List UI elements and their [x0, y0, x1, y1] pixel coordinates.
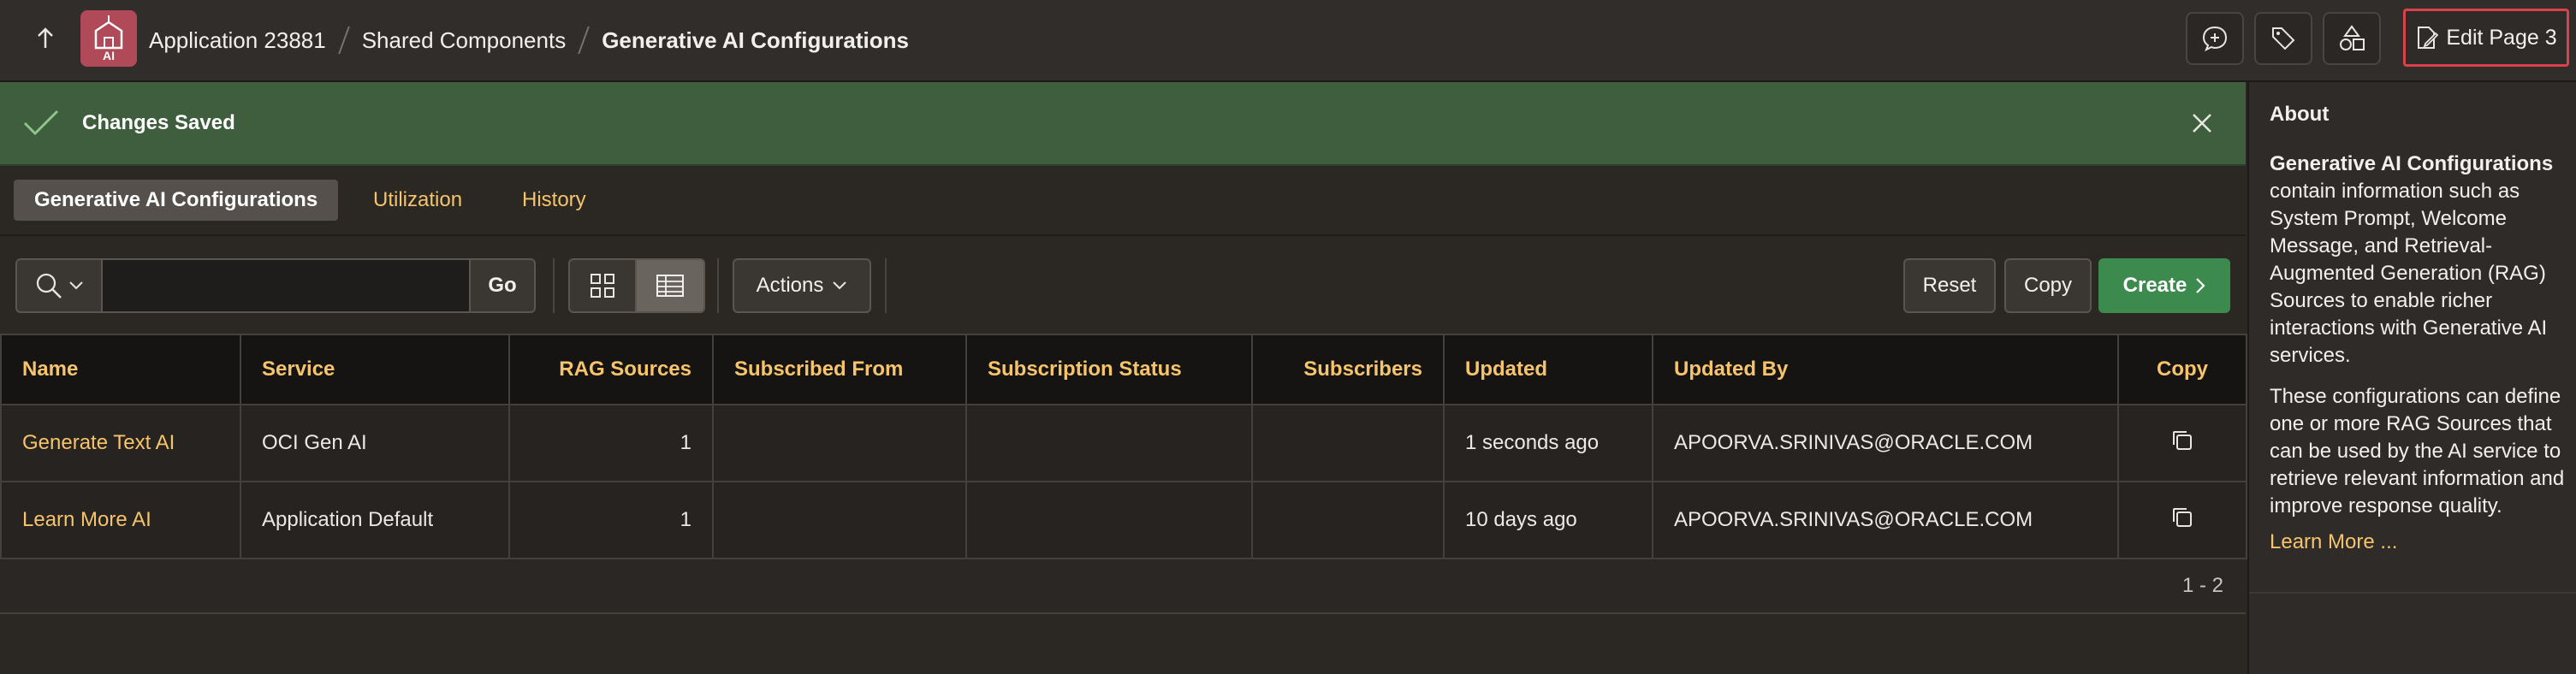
breadcrumb-separator: [337, 27, 350, 54]
cell-name-link[interactable]: Learn More AI: [0, 481, 241, 559]
success-banner: Changes Saved: [0, 82, 2246, 166]
create-label: Create: [2122, 274, 2187, 297]
cell-updated: 10 days ago: [1443, 481, 1653, 559]
report-toolbar: Go Actions Reset Copy Create: [0, 236, 2246, 332]
about-panel: About Generative AI Configurations conta…: [2247, 82, 2576, 674]
app-icon[interactable]: AI: [80, 10, 137, 67]
top-header: AI Application 23881 Shared Components G…: [0, 0, 2576, 82]
breadcrumb-shared-components[interactable]: Shared Components: [362, 27, 566, 54]
about-rag-description: These configurations can define one or m…: [2270, 385, 2565, 517]
cell-subscribed-from: [712, 481, 967, 559]
about-divider: [2249, 592, 2576, 594]
column-header-copy[interactable]: Copy: [2117, 334, 2247, 405]
column-header-service[interactable]: Service: [240, 334, 510, 405]
chevron-right-icon: [2196, 278, 2205, 293]
about-description-text: contain information such as System Promp…: [2270, 180, 2548, 367]
copy-button[interactable]: Copy: [2004, 258, 2092, 313]
grid-icon: [591, 274, 614, 298]
view-toggle: [568, 258, 705, 313]
arrow-up-icon: [38, 27, 53, 48]
column-header-updated-by[interactable]: Updated By: [1652, 334, 2119, 405]
search-group: Go: [15, 258, 536, 313]
copy-icon[interactable]: [2169, 428, 2195, 453]
cell-subscribers: [1251, 404, 1445, 482]
search-icon: [36, 273, 62, 299]
column-header-subscription-status[interactable]: Subscription Status: [965, 334, 1253, 405]
edit-document-icon: [2418, 27, 2439, 49]
tab-history[interactable]: History: [502, 180, 607, 221]
success-message: Changes Saved: [82, 111, 235, 134]
toolbar-divider: [717, 258, 719, 313]
toolbar-divider: [553, 258, 555, 313]
table-row: Generate Text AI OCI Gen AI 1 1 seconds …: [0, 404, 2247, 482]
cell-subscription-status: [965, 404, 1253, 482]
breadcrumb-application[interactable]: Application 23881: [149, 27, 326, 54]
cell-updated: 1 seconds ago: [1443, 404, 1653, 482]
breadcrumb-separator: [578, 27, 591, 54]
report-view-button[interactable]: [637, 258, 705, 313]
cell-rag-sources: 1: [508, 404, 714, 482]
tab-utilization[interactable]: Utilization: [353, 180, 483, 221]
cell-subscribed-from: [712, 404, 967, 482]
column-header-name[interactable]: Name: [0, 334, 241, 405]
toolbar-divider: [885, 258, 887, 313]
edit-page-button[interactable]: Edit Page 3: [2403, 9, 2569, 67]
cell-service: Application Default: [240, 481, 510, 559]
configurations-table: Name Service RAG Sources Subscribed From…: [0, 334, 2247, 559]
table-header-row: Name Service RAG Sources Subscribed From…: [0, 334, 2247, 405]
about-description-term: Generative AI Configurations: [2270, 152, 2554, 175]
copy-icon[interactable]: [2169, 505, 2195, 530]
tab-bar: Generative AI Configurations Utilization…: [0, 166, 2246, 236]
cell-updated-by: APOORVA.SRINIVAS@ORACLE.COM: [1652, 404, 2119, 482]
chevron-down-icon: [69, 281, 83, 290]
actions-menu-button[interactable]: Actions: [733, 258, 871, 313]
column-header-subscribed-from[interactable]: Subscribed From: [712, 334, 967, 405]
learn-more-link[interactable]: Learn More ...: [2270, 530, 2397, 554]
reset-button[interactable]: Reset: [1903, 258, 1996, 313]
chat-bubble-plus-icon: [2202, 26, 2228, 52]
navigate-up-button[interactable]: [26, 19, 65, 58]
table-icon: [656, 275, 684, 297]
cell-subscription-status: [965, 481, 1253, 559]
shapes-icon: [2340, 25, 2365, 50]
search-input[interactable]: [101, 258, 471, 313]
cell-rag-sources: 1: [508, 481, 714, 559]
cell-name-link[interactable]: Generate Text AI: [0, 404, 241, 482]
shared-components-button[interactable]: [2323, 12, 2381, 65]
table-footer: 1 - 2: [0, 559, 2246, 614]
cell-subscribers: [1251, 481, 1445, 559]
app-icon-label: AI: [103, 49, 115, 62]
close-icon[interactable]: [2187, 108, 2217, 139]
about-description: Generative AI Configurations contain inf…: [2270, 151, 2567, 370]
actions-label: Actions: [756, 274, 824, 297]
icon-view-button[interactable]: [568, 258, 637, 313]
chevron-down-icon: [833, 281, 847, 290]
column-header-updated[interactable]: Updated: [1443, 334, 1653, 405]
create-button[interactable]: Create: [2098, 258, 2230, 313]
tag-icon: [2272, 27, 2295, 50]
about-title: About: [2270, 103, 2330, 126]
checkmark-icon: [23, 109, 59, 136]
search-column-select[interactable]: [15, 258, 101, 313]
edit-page-label: Edit Page 3: [2446, 25, 2557, 50]
go-button[interactable]: Go: [471, 258, 536, 313]
cell-service: OCI Gen AI: [240, 404, 510, 482]
column-header-subscribers[interactable]: Subscribers: [1251, 334, 1445, 405]
cell-copy[interactable]: [2117, 404, 2247, 482]
cell-updated-by: APOORVA.SRINIVAS@ORACLE.COM: [1652, 481, 2119, 559]
cell-copy[interactable]: [2117, 481, 2247, 559]
breadcrumb: Application 23881 Shared Components Gene…: [149, 0, 909, 80]
table-row: Learn More AI Application Default 1 10 d…: [0, 481, 2247, 559]
breadcrumb-current: Generative AI Configurations: [602, 27, 909, 53]
column-header-rag-sources[interactable]: RAG Sources: [508, 334, 714, 405]
feedback-button[interactable]: [2186, 12, 2244, 65]
pagination-range: 1 - 2: [2181, 574, 2223, 597]
developer-tools-button[interactable]: [2254, 12, 2312, 65]
tab-generative-ai-configurations[interactable]: Generative AI Configurations: [14, 180, 339, 221]
